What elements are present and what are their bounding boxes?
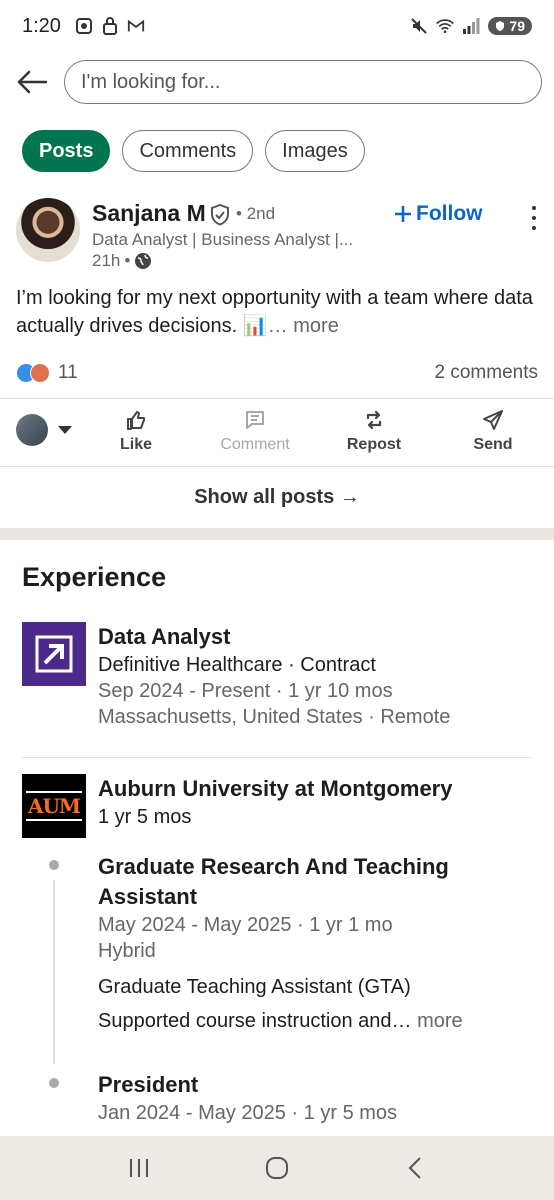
position-description: Supported course instruction and… more [98, 1010, 463, 1032]
reactions-row: 11 2 comments [16, 360, 538, 386]
position-title: Graduate Research And Teaching Assistant [98, 854, 449, 909]
connection-degree: • 2nd [236, 204, 276, 223]
gmail-icon [127, 17, 145, 35]
follow-button[interactable]: Follow [394, 202, 483, 226]
actor-switcher[interactable] [16, 414, 72, 446]
position-dates: May 2024 - May 2025 · 1 yr 1 mo [98, 914, 393, 936]
send-button[interactable]: Send [448, 408, 538, 454]
repost-icon [366, 410, 382, 430]
timeline-dot [49, 1078, 59, 1088]
position-dates: Jan 2024 - May 2025 · 1 yr 5 mos [98, 1102, 398, 1124]
thumbs-up-icon [127, 411, 145, 430]
position-subtitle: Graduate Teaching Assistant (GTA) [98, 976, 411, 998]
job-location: Massachusetts, United States · Remote [98, 706, 451, 728]
aum-logo[interactable]: AUM [22, 774, 86, 838]
repost-button[interactable]: Repost [329, 408, 419, 454]
recent-apps-button[interactable] [119, 1148, 159, 1188]
search-input[interactable] [64, 60, 542, 104]
timeline-dot [49, 860, 59, 870]
filter-pills: Posts Comments Images [22, 130, 365, 172]
company-name: Auburn University at Montgomery [98, 776, 453, 801]
divider [0, 398, 554, 399]
comments-count[interactable]: 2 comments [435, 362, 538, 384]
timeline-line [53, 880, 55, 1064]
search-row [0, 58, 554, 106]
globe-icon [135, 253, 152, 269]
show-all-posts-button[interactable]: Show all posts → [0, 466, 554, 528]
reaction-count[interactable]: 11 [58, 362, 78, 384]
back-button[interactable] [16, 66, 48, 98]
company-duration: 1 yr 5 mos [98, 806, 192, 828]
system-nav-bar [0, 1136, 554, 1200]
position-item[interactable]: President Jan 2024 - May 2025 · 1 yr 5 m… [98, 1070, 518, 1126]
verified-shield-icon [210, 203, 230, 231]
author-name[interactable]: Sanjana M [92, 200, 206, 227]
post-actions: Like Comment Repost Send [0, 404, 554, 460]
definitive-healthcare-logo[interactable] [22, 622, 86, 686]
job-company: Definitive Healthcare · Contract [98, 654, 376, 676]
position-location: Hybrid [98, 940, 156, 962]
post-body: I’m looking for my next opportunity with… [16, 287, 533, 337]
signal-icon [462, 17, 480, 35]
divider [22, 757, 532, 758]
celebrate-reaction-icon [30, 363, 50, 383]
see-more-link[interactable]: … more [268, 315, 339, 337]
comment-icon [246, 411, 264, 429]
section-divider [0, 528, 554, 540]
more-options-icon[interactable] [526, 206, 542, 230]
filter-posts[interactable]: Posts [22, 130, 111, 172]
system-back-button[interactable] [395, 1148, 435, 1188]
actor-avatar [16, 414, 48, 446]
author-headline: Data Analyst | Business Analyst |... [92, 230, 354, 249]
home-icon [266, 1157, 288, 1179]
caret-down-icon [58, 426, 72, 434]
status-time: 1:20 [22, 14, 61, 37]
author-avatar[interactable] [16, 198, 80, 262]
mute-icon [410, 17, 428, 35]
see-more-link[interactable]: more [417, 1010, 463, 1032]
experience-title: Experience [22, 562, 167, 592]
job-title: Data Analyst [98, 624, 231, 649]
recents-icon [130, 1159, 148, 1177]
like-button[interactable]: Like [91, 408, 181, 454]
position-item[interactable]: Graduate Research And Teaching Assistant… [98, 852, 518, 1034]
battery-icon: 79 [488, 17, 532, 35]
job-dates: Sep 2024 - Present · 1 yr 10 mos [98, 680, 393, 702]
filter-images[interactable]: Images [265, 130, 365, 172]
position-title: President [98, 1072, 199, 1097]
battery-level: 79 [509, 18, 525, 34]
experience-group[interactable]: Auburn University at Montgomery 1 yr 5 m… [98, 774, 538, 830]
post-header: Sanjana M • 2nd Data Analyst | Business … [16, 198, 542, 271]
chevron-left-icon [408, 1157, 421, 1179]
comment-button[interactable]: Comment [210, 408, 300, 454]
experience-item[interactable]: Data Analyst Definitive Healthcare · Con… [98, 622, 538, 730]
reaction-icons[interactable] [16, 363, 50, 383]
screenshot-icon [75, 17, 93, 35]
plus-icon [395, 206, 411, 222]
filter-comments[interactable]: Comments [122, 130, 254, 172]
arrow-left-icon [17, 70, 47, 94]
lock-icon [101, 17, 119, 35]
chart-emoji: 📊 [242, 315, 268, 337]
post-time: 21h • [92, 251, 152, 271]
send-icon [483, 410, 503, 430]
home-button[interactable] [257, 1148, 297, 1188]
wifi-icon [436, 17, 455, 35]
status-bar: 1:20 79 [0, 0, 554, 52]
